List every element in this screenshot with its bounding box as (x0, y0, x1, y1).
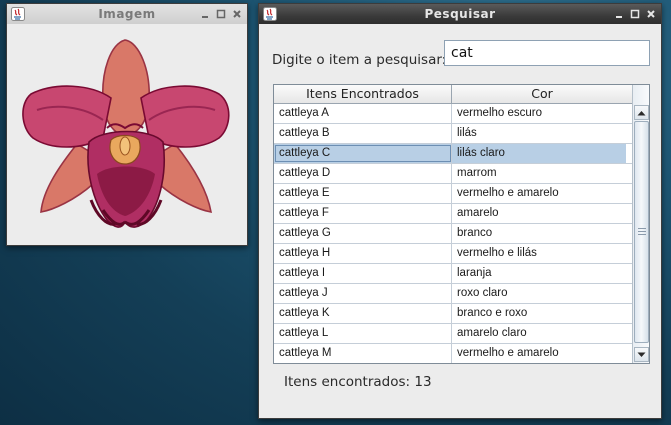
cell-item[interactable]: cattleya J (274, 284, 452, 303)
close-icon[interactable] (231, 8, 243, 20)
vertical-scrollbar[interactable] (632, 85, 649, 363)
table-body: cattleya Avermelho escuro cattleya Blilá… (274, 104, 632, 363)
table-row[interactable]: cattleya Blilás (274, 124, 632, 144)
cell-color[interactable]: vermelho e lilás (452, 244, 632, 263)
cell-color[interactable]: marrom (452, 164, 632, 183)
cell-item[interactable]: cattleya K (274, 304, 452, 323)
search-prompt-label: Digite o item a pesquisar: (272, 52, 447, 68)
cell-color[interactable]: roxo claro (452, 284, 632, 303)
cell-color[interactable]: laranja (452, 264, 632, 283)
table-row[interactable]: cattleya Dmarrom (274, 164, 632, 184)
table-header: Itens Encontrados Cor (274, 85, 632, 104)
java-app-icon (263, 7, 277, 21)
table-row[interactable]: cattleya Hvermelho e lilás (274, 244, 632, 264)
results-table: Itens Encontrados Cor cattleya Avermelho… (273, 84, 650, 364)
search-window-titlebar[interactable]: Pesquisar (259, 4, 661, 24)
search-window: Pesquisar Digite o item a pesquisar: Ite… (258, 3, 662, 419)
image-window: Imagem (6, 3, 248, 246)
arrow-up-icon (637, 110, 646, 115)
cell-color[interactable]: branco e roxo (452, 304, 632, 323)
table-row[interactable]: cattleya Kbranco e roxo (274, 304, 632, 324)
scroll-down-button[interactable] (634, 347, 649, 362)
cell-color[interactable]: branco (452, 224, 632, 243)
maximize-icon[interactable] (629, 8, 641, 20)
results-count-label: Itens encontrados: 13 (284, 374, 432, 390)
cell-item[interactable]: cattleya B (274, 124, 452, 143)
close-icon[interactable] (645, 8, 657, 20)
scroll-up-button[interactable] (634, 105, 649, 120)
table-row-selected[interactable]: cattleya Clilás claro (274, 144, 632, 164)
cell-color[interactable]: lilás (452, 124, 632, 143)
table-row[interactable]: cattleya Ilaranja (274, 264, 632, 284)
table-row[interactable]: cattleya Avermelho escuro (274, 104, 632, 124)
cell-color[interactable]: vermelho e amarelo (452, 184, 632, 203)
cell-color[interactable]: vermelho e amarelo (452, 344, 632, 363)
cell-item[interactable]: cattleya I (274, 264, 452, 283)
cell-color[interactable]: lilás claro (452, 144, 632, 163)
cell-item[interactable]: cattleya C (274, 144, 452, 163)
cell-item[interactable]: cattleya L (274, 324, 452, 343)
maximize-icon[interactable] (215, 8, 227, 20)
java-app-icon (11, 7, 25, 21)
table-row[interactable]: cattleya Famarelo (274, 204, 632, 224)
cell-item[interactable]: cattleya H (274, 244, 452, 263)
column-header-color[interactable]: Cor (452, 85, 632, 104)
cell-color[interactable]: vermelho escuro (452, 104, 632, 123)
table-row[interactable]: cattleya Mvermelho e amarelo (274, 344, 632, 363)
cell-item[interactable]: cattleya E (274, 184, 452, 203)
cell-item[interactable]: cattleya F (274, 204, 452, 223)
cell-color[interactable]: amarelo claro (452, 324, 632, 343)
arrow-down-icon (637, 352, 646, 357)
orchid-image (22, 39, 230, 228)
cell-item[interactable]: cattleya M (274, 344, 452, 363)
minimize-icon[interactable] (199, 8, 211, 20)
column-header-items[interactable]: Itens Encontrados (274, 85, 452, 104)
table-row[interactable]: cattleya Gbranco (274, 224, 632, 244)
table-row[interactable]: cattleya Evermelho e amarelo (274, 184, 632, 204)
image-window-title: Imagem (98, 7, 156, 21)
search-window-title: Pesquisar (424, 7, 496, 21)
table-row[interactable]: cattleya Lamarelo claro (274, 324, 632, 344)
cell-item[interactable]: cattleya G (274, 224, 452, 243)
minimize-icon[interactable] (613, 8, 625, 20)
scrollbar-grip (638, 228, 646, 237)
scrollbar-thumb[interactable] (634, 121, 649, 343)
cell-item[interactable]: cattleya D (274, 164, 452, 183)
table-row[interactable]: cattleya Jroxo claro (274, 284, 632, 304)
cell-item[interactable]: cattleya A (274, 104, 452, 123)
search-input[interactable] (444, 40, 650, 66)
image-window-titlebar[interactable]: Imagem (7, 4, 247, 24)
cell-color[interactable]: amarelo (452, 204, 632, 223)
